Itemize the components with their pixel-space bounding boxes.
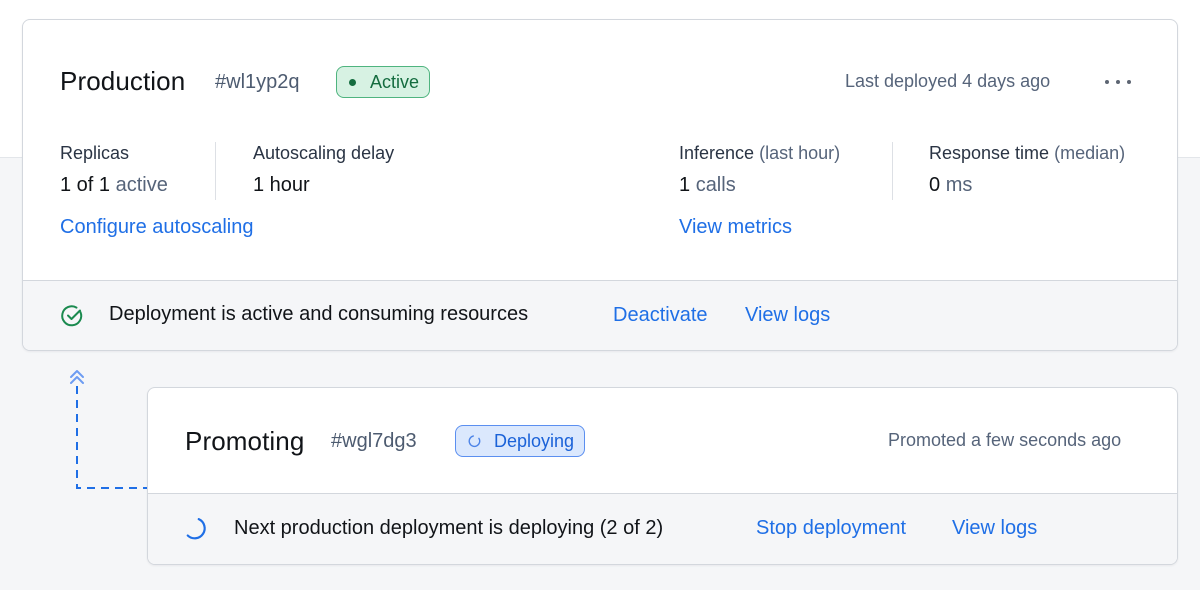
promoting-deployment-card: Promoting #wgl7dg3 Deploying Promoted a … bbox=[147, 387, 1178, 565]
stat-label: Replicas bbox=[60, 143, 130, 163]
stat-divider bbox=[215, 142, 216, 200]
stat-label: Response time (median) bbox=[929, 143, 1125, 164]
more-options-button[interactable] bbox=[1105, 70, 1131, 94]
promoting-status-footer: Next production deployment is deploying … bbox=[148, 493, 1177, 564]
view-metrics-link[interactable]: View metrics bbox=[679, 216, 792, 239]
stat-value: 1 of 1 active bbox=[60, 174, 168, 197]
production-status-footer: Deployment is active and consuming resou… bbox=[23, 280, 1177, 350]
spinner-icon bbox=[468, 435, 481, 448]
deployment-id[interactable]: #wgl7dg3 bbox=[331, 430, 417, 453]
configure-autoscaling-link[interactable]: Configure autoscaling bbox=[60, 216, 253, 239]
response-time-sublabel: (median) bbox=[1054, 143, 1126, 163]
stat-autoscaling-delay: Autoscaling delay 1 hour bbox=[253, 143, 394, 197]
deployment-status-message: Deployment is active and consuming resou… bbox=[109, 303, 529, 325]
inference-label: Inference bbox=[679, 143, 755, 163]
inference-unit: calls bbox=[695, 174, 736, 196]
response-time-unit: ms bbox=[945, 174, 973, 196]
deployment-title: Production bbox=[60, 66, 186, 96]
more-dot bbox=[1127, 80, 1131, 84]
stat-value: 1 hour bbox=[253, 174, 310, 196]
response-time-value: 0 bbox=[929, 174, 941, 196]
chevrons-up-icon bbox=[70, 370, 84, 384]
production-deployment-card: Production #wl1yp2q Active Last deployed… bbox=[22, 19, 1178, 351]
status-badge-label: Active bbox=[370, 71, 420, 92]
stat-value: 0 ms bbox=[929, 174, 1125, 197]
promoted-time-text: Promoted a few seconds ago bbox=[888, 430, 1122, 450]
stat-response-time: Response time (median) 0 ms bbox=[929, 143, 1125, 197]
stat-divider bbox=[892, 142, 893, 200]
deployment-status-message: Next production deployment is deploying … bbox=[234, 517, 664, 539]
deployment-title: Promoting bbox=[185, 426, 305, 456]
inference-sublabel: (last hour) bbox=[759, 143, 841, 163]
check-circle-icon bbox=[61, 305, 83, 327]
deactivate-link[interactable]: Deactivate bbox=[613, 304, 708, 327]
view-logs-link[interactable]: View logs bbox=[745, 304, 830, 327]
stat-replicas: Replicas 1 of 1 active bbox=[60, 143, 168, 197]
replicas-count: 1 of 1 bbox=[60, 174, 111, 196]
production-card-header: Production #wl1yp2q Active Last deployed… bbox=[23, 20, 1177, 144]
inference-count: 1 bbox=[679, 174, 691, 196]
deployment-id[interactable]: #wl1yp2q bbox=[215, 71, 300, 94]
replicas-unit: active bbox=[115, 174, 168, 196]
more-dot bbox=[1116, 80, 1120, 84]
more-horizontal-icon bbox=[1105, 80, 1109, 84]
stat-value: 1 calls bbox=[679, 174, 840, 197]
stat-inference: Inference (last hour) 1 calls bbox=[679, 143, 840, 197]
stat-label: Inference (last hour) bbox=[679, 143, 840, 164]
status-badge-active: Active bbox=[336, 66, 431, 98]
view-logs-link[interactable]: View logs bbox=[952, 517, 1037, 540]
stop-deployment-link[interactable]: Stop deployment bbox=[756, 517, 906, 540]
response-time-label: Response time bbox=[929, 143, 1050, 163]
stat-label: Autoscaling delay bbox=[253, 143, 395, 163]
spinner-icon bbox=[186, 518, 206, 540]
status-dot-icon bbox=[349, 78, 356, 86]
status-badge-deploying: Deploying bbox=[455, 425, 586, 457]
promotion-connector bbox=[70, 370, 148, 489]
last-deployed-text: Last deployed 4 days ago bbox=[845, 71, 1051, 91]
status-badge-label: Deploying bbox=[494, 430, 575, 451]
